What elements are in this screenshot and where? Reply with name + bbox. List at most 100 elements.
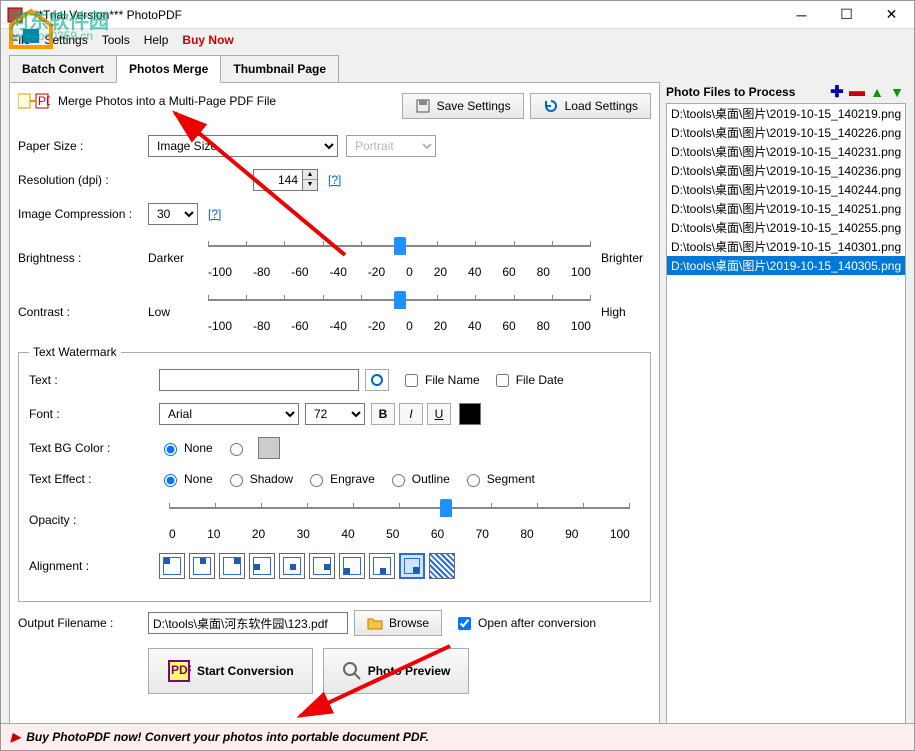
effect-engrave-radio[interactable]: Engrave [305, 471, 375, 487]
effect-segment-radio[interactable]: Segment [462, 471, 535, 487]
file-list-item[interactable]: D:\tools\桌面\图片\2019-10-15_140244.png [667, 180, 905, 199]
pdf-icon: PDF [167, 659, 191, 683]
contrast-slider[interactable] [208, 291, 591, 317]
align-mr[interactable] [309, 553, 335, 579]
bold-button[interactable]: B [371, 403, 395, 425]
tabbar: Batch Convert Photos Merge Thumbnail Pag… [9, 55, 906, 83]
brightness-left-label: Darker [148, 251, 198, 265]
resolution-label: Resolution (dpi) : [18, 173, 148, 187]
reload-icon [543, 98, 559, 114]
italic-button[interactable]: I [399, 403, 423, 425]
maximize-button[interactable]: ☐ [824, 1, 869, 29]
brightness-slider[interactable] [208, 237, 591, 263]
paper-size-select[interactable]: Image Size [148, 135, 338, 157]
effect-shadow-radio[interactable]: Shadow [225, 471, 293, 487]
underline-button[interactable]: U [427, 403, 451, 425]
output-path-input[interactable] [148, 612, 348, 634]
menu-buynow[interactable]: Buy Now [182, 33, 233, 47]
font-color-picker[interactable] [459, 403, 481, 425]
minimize-button[interactable]: ─ [779, 1, 824, 29]
svg-text:PDF: PDF [171, 663, 191, 677]
tab-thumbnail-page[interactable]: Thumbnail Page [220, 55, 339, 83]
resolution-help[interactable]: [?] [328, 173, 341, 187]
contrast-label: Contrast : [18, 305, 148, 319]
file-listbox[interactable]: D:\tools\桌面\图片\2019-10-15_140219.pngD:\t… [666, 103, 906, 743]
filelist-header: Photo Files to Process ✚ ▬ ▲ ▼ [666, 83, 906, 101]
wm-font-select[interactable]: Arial [159, 403, 299, 425]
text-watermark-group: Text Watermark Text : File Name File Dat… [18, 345, 651, 602]
effect-none-radio[interactable]: None [159, 471, 213, 487]
contrast-right-label: High [601, 305, 651, 319]
wm-filedate-checkbox[interactable]: File Date [492, 371, 564, 390]
contrast-ticks: -100-80-60-40-20020406080100 [208, 319, 591, 333]
wm-text-input[interactable] [159, 369, 359, 391]
wm-opacity-label: Opacity : [29, 513, 159, 527]
wm-bgcolor-label: Text BG Color : [29, 441, 159, 455]
menu-help[interactable]: Help [144, 33, 169, 47]
close-button[interactable]: ✕ [869, 1, 914, 29]
browse-button[interactable]: Browse [354, 610, 442, 636]
align-tl[interactable] [159, 553, 185, 579]
settings-panel: PDF Merge Photos into a Multi-Page PDF F… [9, 82, 660, 743]
file-list-item[interactable]: D:\tools\桌面\图片\2019-10-15_140231.png [667, 142, 905, 161]
align-mc[interactable] [279, 553, 305, 579]
wm-filename-checkbox[interactable]: File Name [401, 371, 480, 390]
photo-preview-button[interactable]: Photo Preview [323, 648, 470, 694]
panel-subtitle: Merge Photos into a Multi-Page PDF File [58, 94, 276, 108]
align-ml[interactable] [249, 553, 275, 579]
open-after-checkbox[interactable]: Open after conversion [454, 614, 596, 633]
effect-outline-radio[interactable]: Outline [387, 471, 450, 487]
align-br[interactable] [399, 553, 425, 579]
file-list-item[interactable]: D:\tools\桌面\图片\2019-10-15_140251.png [667, 199, 905, 218]
bg-none-radio[interactable]: None [159, 440, 213, 456]
file-list-item[interactable]: D:\tools\桌面\图片\2019-10-15_140226.png [667, 123, 905, 142]
resolution-spinner[interactable]: ▲▼ [303, 169, 318, 191]
folder-icon [367, 615, 383, 631]
align-tr[interactable] [219, 553, 245, 579]
add-file-button[interactable]: ✚ [828, 83, 846, 101]
file-list-item[interactable]: D:\tools\桌面\图片\2019-10-15_140219.png [667, 104, 905, 123]
save-icon [415, 98, 431, 114]
menu-file[interactable]: File [11, 33, 30, 47]
wm-refresh-button[interactable] [365, 369, 389, 391]
resolution-input[interactable] [253, 169, 303, 191]
save-settings-button[interactable]: Save Settings [402, 93, 524, 119]
menu-settings[interactable]: Settings [44, 33, 87, 47]
merge-icon: PDF [18, 91, 50, 111]
contrast-left-label: Low [148, 305, 198, 319]
wm-size-select[interactable]: 72 [305, 403, 365, 425]
file-list-item[interactable]: D:\tools\桌面\图片\2019-10-15_140236.png [667, 161, 905, 180]
start-conversion-button[interactable]: PDF Start Conversion [148, 648, 313, 694]
menu-tools[interactable]: Tools [102, 33, 130, 47]
compression-help[interactable]: [?] [208, 207, 221, 221]
compression-select[interactable]: 30 [148, 203, 198, 225]
titlebar: ***Trial Version*** PhotoPDF ─ ☐ ✕ [1, 1, 914, 29]
bg-color-picker[interactable] [258, 437, 280, 459]
file-list-item[interactable]: D:\tools\桌面\图片\2019-10-15_140305.png [667, 256, 905, 275]
bg-color-radio[interactable] [225, 440, 246, 456]
app-window: 河东软件园 www.pc0359.cn ***Trial Version*** … [0, 0, 915, 751]
opacity-slider[interactable] [169, 499, 630, 525]
align-bl[interactable] [339, 553, 365, 579]
tab-photos-merge[interactable]: Photos Merge [116, 55, 221, 83]
watermark-legend: Text Watermark [29, 345, 121, 359]
align-diag[interactable] [429, 553, 455, 579]
tab-batch-convert[interactable]: Batch Convert [9, 55, 117, 83]
remove-file-button[interactable]: ▬ [848, 83, 866, 101]
file-list-item[interactable]: D:\tools\桌面\图片\2019-10-15_140255.png [667, 218, 905, 237]
load-settings-button[interactable]: Load Settings [530, 93, 651, 119]
wm-effect-label: Text Effect : [29, 472, 159, 486]
align-tc[interactable] [189, 553, 215, 579]
output-label: Output Filename : [18, 616, 148, 630]
wm-align-label: Alignment : [29, 559, 159, 573]
file-list-item[interactable]: D:\tools\桌面\图片\2019-10-15_140301.png [667, 237, 905, 256]
opacity-ticks: 0102030405060708090100 [169, 527, 630, 541]
align-bc[interactable] [369, 553, 395, 579]
menubar: File Settings Tools Help Buy Now [1, 29, 914, 51]
move-down-button[interactable]: ▼ [888, 83, 906, 101]
wm-text-label: Text : [29, 373, 159, 387]
move-up-button[interactable]: ▲ [868, 83, 886, 101]
wm-font-label: Font : [29, 407, 159, 421]
brightness-right-label: Brighter [601, 251, 651, 265]
footer-banner[interactable]: ▶ Buy PhotoPDF now! Convert your photos … [1, 723, 914, 750]
